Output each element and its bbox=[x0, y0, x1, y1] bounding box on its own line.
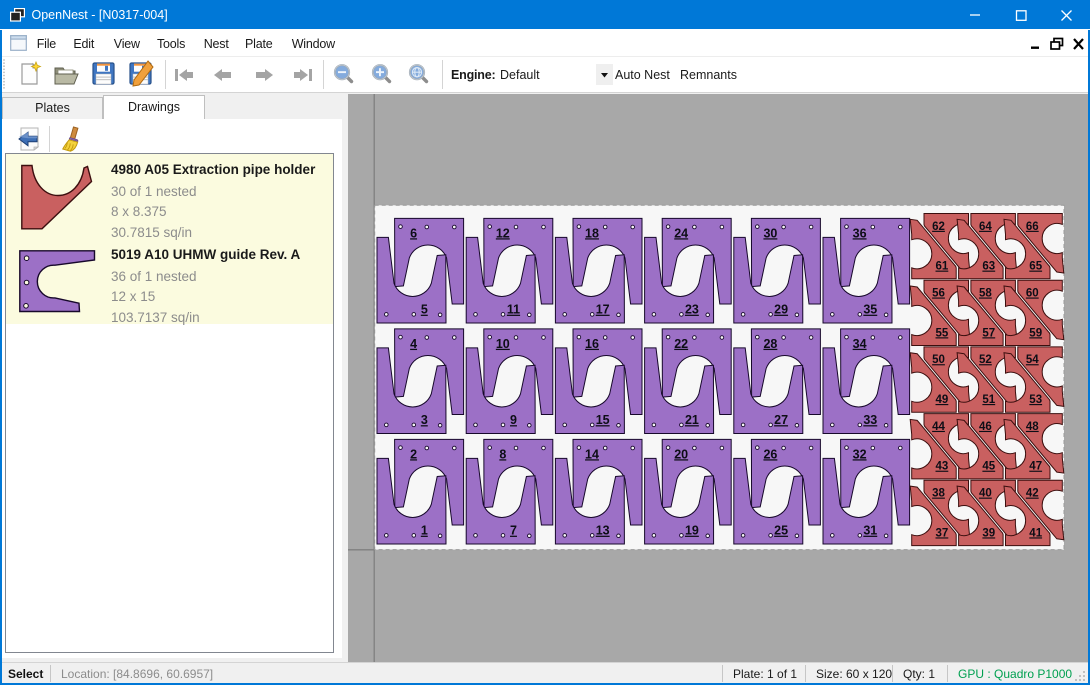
svg-text:3: 3 bbox=[421, 413, 428, 427]
svg-text:15: 15 bbox=[596, 413, 610, 427]
svg-text:5: 5 bbox=[421, 303, 428, 317]
svg-text:33: 33 bbox=[863, 413, 877, 427]
svg-text:27: 27 bbox=[774, 413, 788, 427]
svg-text:9: 9 bbox=[510, 413, 517, 427]
svg-text:54: 54 bbox=[1026, 354, 1039, 366]
svg-text:40: 40 bbox=[979, 488, 992, 500]
svg-text:57: 57 bbox=[982, 327, 995, 339]
svg-text:44: 44 bbox=[932, 421, 945, 433]
svg-text:28: 28 bbox=[763, 337, 777, 351]
svg-text:18: 18 bbox=[585, 226, 599, 240]
svg-text:60: 60 bbox=[1026, 288, 1039, 300]
svg-text:39: 39 bbox=[982, 527, 995, 539]
svg-text:62: 62 bbox=[932, 221, 945, 233]
svg-text:19: 19 bbox=[685, 524, 699, 538]
svg-text:13: 13 bbox=[596, 524, 610, 538]
svg-text:52: 52 bbox=[979, 354, 992, 366]
svg-text:64: 64 bbox=[979, 221, 992, 233]
svg-text:38: 38 bbox=[932, 488, 945, 500]
svg-text:22: 22 bbox=[674, 337, 688, 351]
svg-text:32: 32 bbox=[853, 447, 867, 461]
svg-text:49: 49 bbox=[936, 394, 949, 406]
svg-text:58: 58 bbox=[979, 288, 992, 300]
svg-text:66: 66 bbox=[1026, 221, 1039, 233]
svg-text:29: 29 bbox=[774, 303, 788, 317]
svg-text:34: 34 bbox=[853, 337, 867, 351]
svg-text:2: 2 bbox=[410, 447, 417, 461]
svg-text:45: 45 bbox=[982, 461, 995, 473]
svg-text:37: 37 bbox=[936, 527, 949, 539]
svg-text:14: 14 bbox=[585, 447, 599, 461]
svg-text:42: 42 bbox=[1026, 488, 1039, 500]
svg-text:24: 24 bbox=[674, 226, 688, 240]
svg-text:53: 53 bbox=[1029, 394, 1042, 406]
svg-text:43: 43 bbox=[936, 461, 949, 473]
svg-text:30: 30 bbox=[763, 226, 777, 240]
svg-text:41: 41 bbox=[1029, 527, 1042, 539]
svg-text:10: 10 bbox=[496, 337, 510, 351]
svg-text:8: 8 bbox=[499, 447, 506, 461]
svg-text:1: 1 bbox=[421, 524, 428, 538]
svg-text:11: 11 bbox=[507, 303, 520, 317]
svg-text:7: 7 bbox=[510, 524, 517, 538]
svg-text:36: 36 bbox=[853, 226, 867, 240]
svg-text:23: 23 bbox=[685, 303, 699, 317]
svg-text:47: 47 bbox=[1029, 461, 1042, 473]
svg-text:6: 6 bbox=[410, 226, 417, 240]
svg-text:56: 56 bbox=[932, 288, 945, 300]
svg-text:35: 35 bbox=[863, 303, 877, 317]
svg-text:12: 12 bbox=[496, 226, 510, 240]
svg-text:63: 63 bbox=[982, 261, 995, 273]
svg-text:21: 21 bbox=[685, 413, 699, 427]
svg-text:26: 26 bbox=[763, 447, 777, 461]
svg-text:61: 61 bbox=[936, 261, 949, 273]
svg-text:16: 16 bbox=[585, 337, 599, 351]
svg-text:46: 46 bbox=[979, 421, 992, 433]
svg-text:17: 17 bbox=[596, 303, 610, 317]
svg-text:59: 59 bbox=[1029, 327, 1042, 339]
svg-text:50: 50 bbox=[932, 354, 945, 366]
svg-text:4: 4 bbox=[410, 337, 417, 351]
svg-text:55: 55 bbox=[936, 327, 949, 339]
svg-text:48: 48 bbox=[1026, 421, 1039, 433]
svg-text:25: 25 bbox=[774, 524, 788, 538]
svg-text:65: 65 bbox=[1029, 261, 1042, 273]
svg-text:20: 20 bbox=[674, 447, 688, 461]
svg-text:31: 31 bbox=[863, 524, 877, 538]
svg-text:51: 51 bbox=[982, 394, 995, 406]
